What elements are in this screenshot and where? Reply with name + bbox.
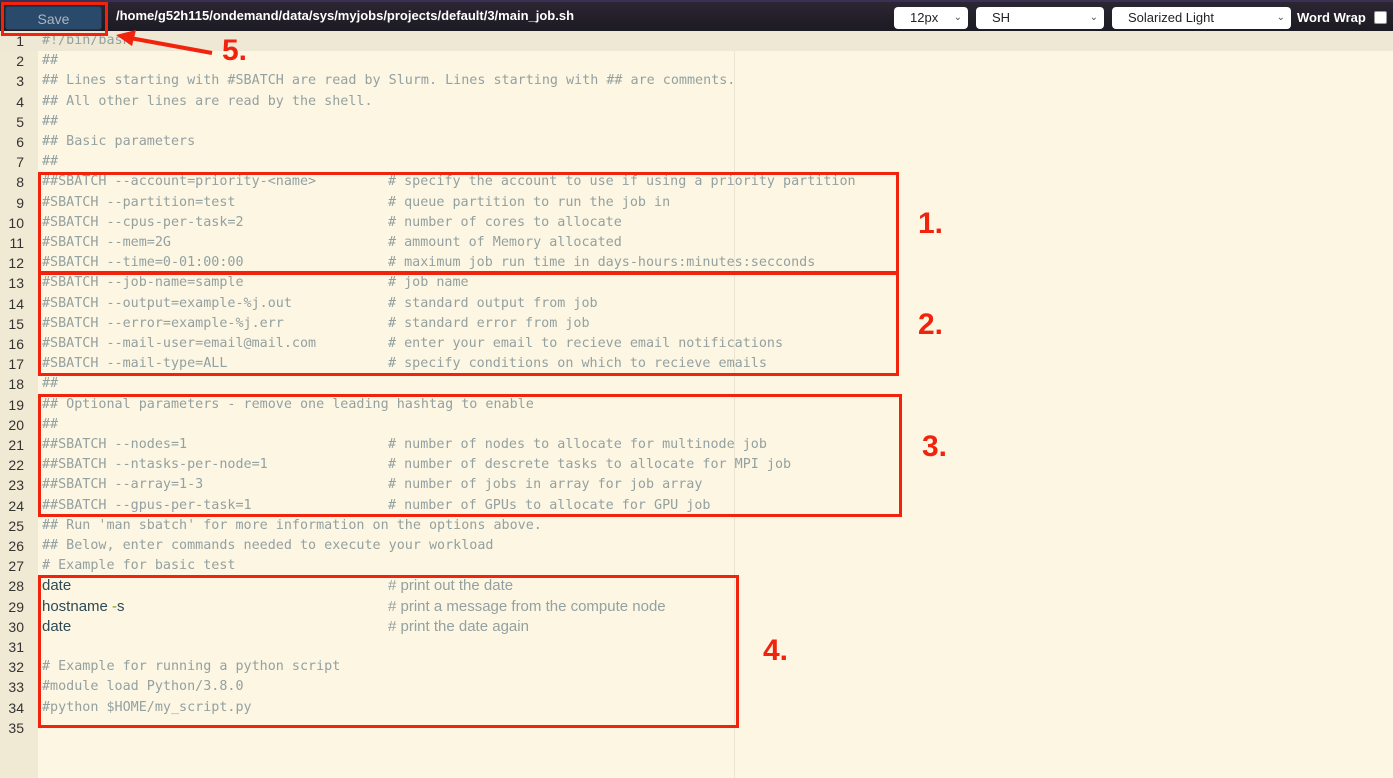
code-text: ## (42, 376, 59, 392)
mode-value: SH (992, 10, 1011, 25)
line-number: 22 (8, 457, 24, 474)
code-text: ## All other lines are read by the shell… (42, 93, 373, 109)
line-number: 8 (16, 174, 24, 191)
code-text: # Example for basic test (42, 558, 236, 574)
line-number: 12 (8, 255, 24, 272)
line-number: 7 (16, 154, 24, 171)
code-text: ## (42, 154, 59, 170)
arrow-head-icon (116, 30, 136, 46)
font-size-value: 12px (910, 10, 939, 25)
line-number: 25 (8, 517, 24, 534)
annotation-box-3 (38, 394, 902, 517)
arrow-line (129, 36, 213, 55)
annotation-label-2: 2. (918, 308, 944, 341)
code-text: ## Below, enter commands needed to execu… (42, 538, 494, 553)
word-wrap-checkbox[interactable] (1374, 11, 1387, 24)
line-number: 13 (8, 275, 24, 292)
line-number: 24 (8, 497, 24, 514)
annotation-label-4: 4. (763, 634, 789, 667)
theme-select[interactable]: Solarized Light ⌄ (1112, 7, 1291, 29)
line-number: 11 (9, 235, 24, 251)
line-number: 34 (8, 699, 24, 716)
code-line[interactable]: 25 ## Run 'man sbatch' for more informati… (0, 516, 1393, 536)
code-line[interactable]: 7 ## (0, 152, 1393, 172)
line-number: 21 (8, 437, 24, 453)
line-number: 16 (8, 336, 24, 352)
line-number: 5 (16, 113, 24, 130)
line-number: 30 (8, 618, 24, 635)
line-number: 26 (8, 538, 24, 554)
code-line[interactable]: 6 ## Basic parameters (0, 132, 1393, 152)
code-text: ## Lines starting with #SBATCH are read … (42, 73, 736, 89)
line-number: 23 (8, 477, 24, 494)
code-line[interactable]: 5 ## (0, 112, 1393, 132)
line-number: 20 (8, 416, 24, 433)
line-number: 10 (8, 214, 24, 231)
chevron-down-icon: ⌄ (1276, 12, 1285, 23)
line-number: 15 (8, 315, 24, 332)
line-number: 33 (8, 679, 24, 696)
annotation-box-2 (38, 272, 899, 376)
code-line[interactable]: 27 # Example for basic test (0, 556, 1393, 576)
line-number: 14 (8, 295, 24, 312)
line-number: 19 (8, 396, 24, 413)
code-text: ## (42, 113, 59, 129)
line-number: 4 (16, 93, 24, 110)
chevron-down-icon: ⌄ (1089, 12, 1098, 23)
code-line[interactable]: 26 ## Below, enter commands needed to exe… (0, 536, 1393, 556)
line-number: 35 (8, 719, 24, 736)
line-number: 9 (16, 194, 24, 211)
annotation-arrow (116, 30, 213, 55)
mode-select[interactable]: SH ⌄ (976, 7, 1104, 29)
code-line[interactable]: 3 ## Lines starting with #SBATCH are read… (0, 71, 1393, 91)
chevron-down-icon: ⌄ (953, 12, 962, 23)
line-number: 3 (16, 73, 24, 90)
line-number: 32 (8, 659, 24, 676)
font-size-select[interactable]: 12px ⌄ (894, 7, 968, 29)
code-text: ## Run 'man sbatch' for more information… (42, 517, 542, 533)
word-wrap-label: Word Wrap (1297, 10, 1366, 25)
annotation-box-4 (38, 575, 739, 728)
line-number: 18 (8, 376, 24, 393)
line-number: 31 (8, 639, 24, 655)
code-text: ## Basic parameters (42, 134, 196, 149)
line-number: 27 (8, 558, 24, 575)
code-line[interactable]: 18 ## (0, 374, 1393, 394)
line-number: 29 (8, 598, 24, 615)
theme-value: Solarized Light (1128, 10, 1214, 25)
code-line[interactable]: 4 ## All other lines are read by the shel… (0, 92, 1393, 112)
annotation-box-1 (38, 172, 899, 274)
line-number: 17 (8, 356, 24, 373)
line-number: 28 (8, 578, 24, 595)
line-number: 6 (16, 134, 24, 150)
annotation-label-1: 1. (918, 207, 944, 240)
annotation-label-3: 3. (922, 430, 948, 463)
